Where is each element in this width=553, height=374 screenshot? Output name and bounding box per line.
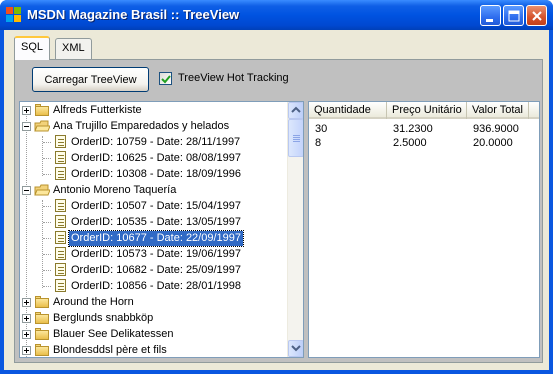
tree-node-label: OrderID: 10535 - Date: 13/05/1997 bbox=[71, 216, 241, 228]
cell-unit-price: 2.5000 bbox=[393, 137, 427, 149]
tree-node-label: Ana Trujillo Emparedados y helados bbox=[53, 120, 230, 132]
tree-node-label: OrderID: 10573 - Date: 19/06/1997 bbox=[71, 248, 241, 260]
tree-node-label: Alfreds Futterkiste bbox=[53, 104, 142, 116]
app-icon bbox=[6, 7, 22, 23]
tree-node-order-selected[interactable]: OrderID: 10677 - Date: 22/09/1997 bbox=[20, 230, 288, 247]
list-header: Quantidade Preço Unitário Valor Total bbox=[309, 102, 539, 119]
cell-unit-price: 31.2300 bbox=[393, 123, 433, 135]
column-header-quantity[interactable]: Quantidade bbox=[309, 102, 387, 119]
tree-node-order[interactable]: OrderID: 10308 - Date: 18/09/1996 bbox=[20, 166, 288, 182]
tree-node-label: OrderID: 10625 - Date: 08/08/1997 bbox=[71, 152, 241, 164]
document-icon bbox=[52, 279, 68, 293]
document-icon bbox=[52, 151, 68, 165]
tree-node-order[interactable]: OrderID: 10535 - Date: 13/05/1997 bbox=[20, 214, 288, 230]
document-icon bbox=[52, 167, 68, 181]
expand-icon[interactable] bbox=[22, 106, 31, 115]
open-folder-icon bbox=[34, 119, 51, 133]
tree-node-label-selected: OrderID: 10677 - Date: 22/09/1997 bbox=[68, 230, 244, 247]
document-icon bbox=[52, 199, 68, 213]
tree-node-label: OrderID: 10507 - Date: 15/04/1997 bbox=[71, 200, 241, 212]
tree-node-customer[interactable]: Blauer See Delikatessen bbox=[20, 326, 288, 342]
cell-quantity: 30 bbox=[315, 123, 328, 135]
tree-node-label: Around the Horn bbox=[53, 296, 134, 308]
tree-node-order[interactable]: OrderID: 10507 - Date: 15/04/1997 bbox=[20, 198, 288, 214]
scroll-down-button[interactable] bbox=[288, 340, 303, 357]
collapse-icon[interactable] bbox=[22, 186, 31, 195]
tree-node-label: Blauer See Delikatessen bbox=[53, 328, 174, 340]
tree-scrollbar[interactable] bbox=[287, 102, 303, 357]
minimize-button[interactable] bbox=[480, 5, 501, 26]
document-icon bbox=[52, 247, 68, 261]
collapse-icon[interactable] bbox=[22, 122, 31, 131]
tree-node-order[interactable]: OrderID: 10625 - Date: 08/08/1997 bbox=[20, 150, 288, 166]
order-details-list[interactable]: Quantidade Preço Unitário Valor Total 30… bbox=[308, 101, 540, 358]
folder-icon bbox=[34, 311, 50, 325]
tree-content: Alfreds Futterkiste Ana Trujillo Empared… bbox=[20, 102, 288, 357]
tree-node-label: Blondesddsl père et fils bbox=[53, 344, 167, 356]
close-icon bbox=[532, 11, 542, 21]
open-folder-icon bbox=[34, 183, 51, 197]
hot-tracking-label: TreeView Hot Tracking bbox=[178, 72, 289, 84]
tree-node-label: Berglunds snabbköp bbox=[53, 312, 154, 324]
cell-total: 936.9000 bbox=[473, 123, 519, 135]
tree-node-customer[interactable]: Blondesddsl père et fils bbox=[20, 342, 288, 357]
cell-quantity: 8 bbox=[315, 137, 322, 149]
scroll-up-button[interactable] bbox=[288, 102, 303, 119]
tab-panel-sql: Carregar TreeView TreeView Hot Tracking bbox=[14, 59, 543, 363]
window-title: MSDN Magazine Brasil :: TreeView bbox=[27, 7, 240, 22]
maximize-icon bbox=[508, 10, 520, 22]
checkmark-icon bbox=[161, 75, 171, 84]
tree-node-order[interactable]: OrderID: 10759 - Date: 28/11/1997 bbox=[20, 134, 288, 150]
minimize-icon bbox=[486, 19, 493, 22]
tree-node-label: OrderID: 10856 - Date: 28/01/1998 bbox=[71, 280, 241, 292]
tree-node-label: Antonio Moreno Taquería bbox=[53, 184, 177, 196]
document-icon bbox=[52, 263, 68, 277]
column-header-unit-price[interactable]: Preço Unitário bbox=[387, 102, 467, 119]
maximize-button[interactable] bbox=[503, 5, 524, 26]
title-bar[interactable]: MSDN Magazine Brasil :: TreeView bbox=[0, 0, 553, 30]
folder-icon bbox=[34, 327, 50, 341]
app-window: MSDN Magazine Brasil :: TreeView SQL XML… bbox=[0, 0, 553, 374]
chevron-up-icon bbox=[291, 106, 301, 113]
document-icon bbox=[52, 215, 68, 229]
customer-tree[interactable]: Alfreds Futterkiste Ana Trujillo Empared… bbox=[19, 101, 304, 358]
tree-node-label: OrderID: 10308 - Date: 18/09/1996 bbox=[71, 168, 241, 180]
folder-icon bbox=[34, 103, 50, 117]
tree-node-label: OrderID: 10759 - Date: 28/11/1997 bbox=[71, 136, 241, 148]
expand-icon[interactable] bbox=[22, 314, 31, 323]
expand-icon[interactable] bbox=[22, 330, 31, 339]
close-button[interactable] bbox=[526, 5, 547, 26]
expand-icon[interactable] bbox=[22, 298, 31, 307]
tree-node-order[interactable]: OrderID: 10573 - Date: 19/06/1997 bbox=[20, 246, 288, 262]
document-icon bbox=[52, 231, 68, 245]
tree-node-customer[interactable]: Antonio Moreno Taquería bbox=[20, 182, 288, 198]
hot-tracking-checkbox[interactable] bbox=[159, 72, 172, 85]
column-header-total[interactable]: Valor Total bbox=[467, 102, 529, 119]
expand-icon[interactable] bbox=[22, 346, 31, 355]
load-treeview-button[interactable]: Carregar TreeView bbox=[32, 67, 149, 92]
document-icon bbox=[52, 135, 68, 149]
tab-xml[interactable]: XML bbox=[55, 38, 92, 59]
tab-sql[interactable]: SQL bbox=[14, 36, 51, 60]
client-area: SQL XML Carregar TreeView TreeView Hot T… bbox=[4, 30, 549, 370]
tree-node-customer[interactable]: Alfreds Futterkiste bbox=[20, 102, 288, 118]
cell-total: 20.0000 bbox=[473, 137, 513, 149]
folder-icon bbox=[34, 343, 50, 357]
folder-icon bbox=[34, 295, 50, 309]
scroll-thumb[interactable] bbox=[288, 119, 303, 157]
tree-node-customer[interactable]: Berglunds snabbköp bbox=[20, 310, 288, 326]
tree-node-customer[interactable]: Around the Horn bbox=[20, 294, 288, 310]
tree-node-order[interactable]: OrderID: 10682 - Date: 25/09/1997 bbox=[20, 262, 288, 278]
tree-node-order[interactable]: OrderID: 10856 - Date: 28/01/1998 bbox=[20, 278, 288, 294]
tree-node-label: OrderID: 10682 - Date: 25/09/1997 bbox=[71, 264, 241, 276]
tree-node-customer[interactable]: Ana Trujillo Emparedados y helados bbox=[20, 118, 288, 134]
chevron-down-icon bbox=[291, 345, 301, 352]
